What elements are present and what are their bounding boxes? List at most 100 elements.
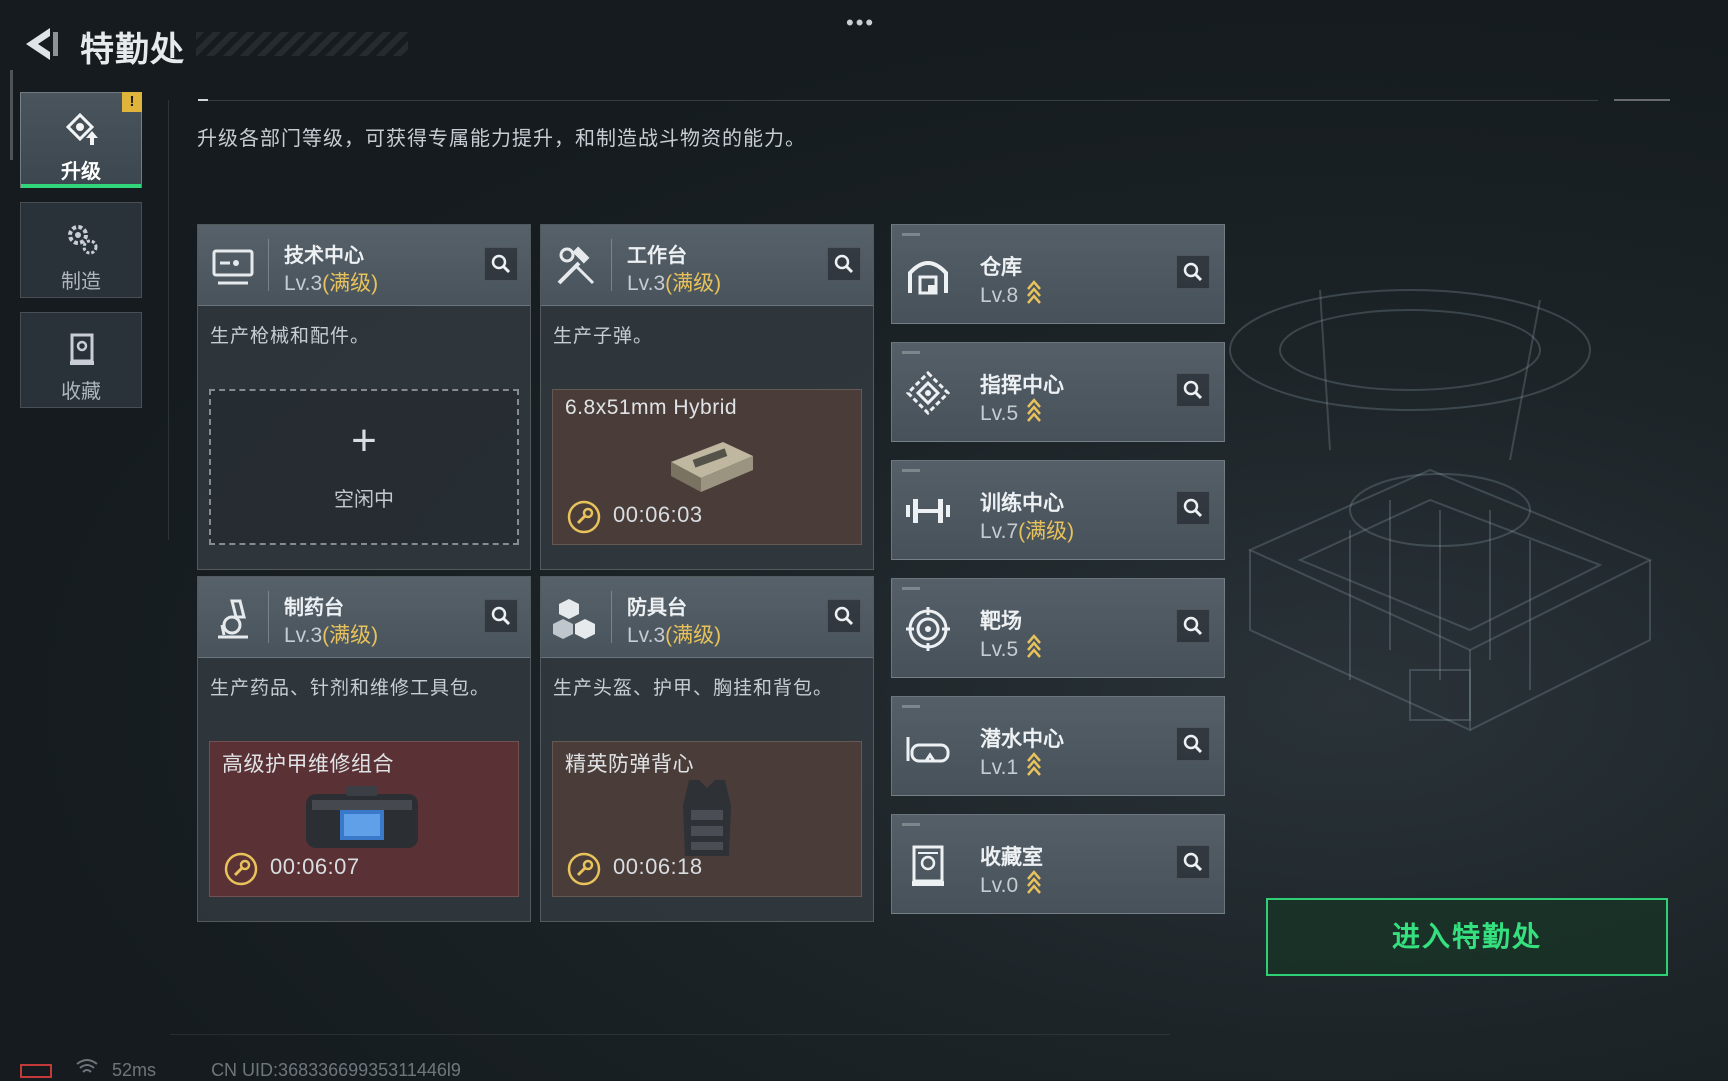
inspect-button[interactable]	[827, 247, 861, 281]
facility-name: 仓库	[980, 256, 1022, 279]
inspect-button[interactable]	[1176, 727, 1210, 761]
upgrade-available-icon	[1027, 870, 1042, 894]
facility-card-pharmacy[interactable]: 制药台 Lv.3(满级) 生产药品、针剂和维修工具包。 高级护甲维修组合 00:…	[197, 576, 531, 922]
enter-base-button[interactable]: 进入特勤处	[1266, 898, 1668, 976]
search-icon	[1183, 616, 1203, 636]
facility-level: Lv.3(满级)	[284, 619, 378, 649]
decoration	[902, 823, 920, 826]
diving-mask-icon	[906, 737, 950, 763]
ping-value: 52ms	[112, 1060, 157, 1080]
facility-name: 靶场	[980, 610, 1022, 633]
facility-card-workbench[interactable]: 工作台 Lv.3(满级) 生产子弹。 6.8x51mm Hybrid 00:06…	[540, 224, 874, 570]
facility-row-shooting-range[interactable]: 靶场 Lv.5	[891, 578, 1225, 678]
facility-card-tech-center[interactable]: 技术中心 Lv.3(满级) 生产枪械和配件。 + 空闲中	[197, 224, 531, 570]
facility-level: Lv.1	[980, 751, 1042, 780]
more-menu-button[interactable]: •••	[846, 10, 875, 36]
craft-slot-active[interactable]: 6.8x51mm Hybrid 00:06:03	[552, 389, 862, 545]
craft-slot-active[interactable]: 高级护甲维修组合 00:06:07	[209, 741, 519, 897]
dumbbell-icon	[906, 499, 950, 523]
gears-icon	[68, 225, 98, 255]
inspect-button[interactable]	[1176, 255, 1210, 289]
craft-slot-idle[interactable]: + 空闲中	[209, 389, 519, 545]
inspect-button[interactable]	[1176, 491, 1210, 525]
separator	[611, 239, 612, 291]
max-level-tag: (满级)	[1018, 520, 1075, 543]
status-bar: 52ms CN UID:36833669935311446l9	[20, 1058, 461, 1081]
inspect-button[interactable]	[1176, 609, 1210, 643]
level-value: Lv.5	[980, 402, 1019, 425]
inspect-button[interactable]	[1176, 845, 1210, 879]
craft-slot-active[interactable]: 精英防弹背心 00:06:18	[552, 741, 862, 897]
facility-blueprint-image	[1229, 289, 1653, 732]
facility-name: 训练中心	[980, 492, 1064, 515]
facility-description: 生产头盔、护甲、胸挂和背包。	[553, 678, 834, 699]
back-button[interactable]	[20, 24, 60, 64]
level-value: Lv.3	[284, 272, 323, 295]
search-icon	[1183, 852, 1203, 872]
decoration	[902, 587, 920, 590]
facility-row-command-center[interactable]: 指挥中心 Lv.5	[891, 342, 1225, 442]
facility-description: 生产枪械和配件。	[210, 326, 371, 347]
nav-label: 收藏	[61, 381, 101, 403]
vest-image	[683, 780, 731, 856]
facility-level: Lv.5	[980, 397, 1042, 426]
hammer-wrench-icon	[557, 246, 595, 285]
search-icon	[1183, 734, 1203, 754]
facility-level: Lv.7(满级)	[980, 515, 1074, 545]
facility-name: 潜水中心	[980, 728, 1064, 751]
facility-level: Lv.3(满级)	[284, 267, 378, 297]
title-decoration	[196, 32, 408, 56]
facility-row-warehouse[interactable]: 仓库 Lv.8	[891, 224, 1225, 324]
facility-name: 指挥中心	[980, 374, 1064, 397]
divider-accent	[198, 99, 208, 101]
divider	[170, 1034, 1170, 1035]
card-header: 防具台 Lv.3(满级)	[541, 577, 873, 658]
facility-name: 技术中心	[284, 245, 364, 267]
craft-timer: 00:06:07	[270, 854, 360, 879]
nav-label: 制造	[61, 271, 101, 293]
separator	[268, 239, 269, 291]
page-title: 特勤处	[80, 31, 185, 69]
alert-badge: !	[122, 92, 142, 112]
facility-card-armory[interactable]: 防具台 Lv.3(满级) 生产头盔、护甲、胸挂和背包。 精英防弹背心 00:06…	[540, 576, 874, 922]
blocks-icon	[553, 599, 595, 639]
inspect-button[interactable]	[484, 599, 518, 633]
slot-status: 空闲中	[334, 489, 394, 511]
nav-item-upgrade[interactable]: 升级 !	[20, 92, 142, 188]
card-header: 制药台 Lv.3(满级)	[198, 577, 530, 658]
facility-row-training-center[interactable]: 训练中心 Lv.7(满级)	[891, 460, 1225, 560]
search-icon	[1183, 262, 1203, 282]
craft-timer: 00:06:18	[613, 854, 703, 879]
nav-item-craft[interactable]: 制造	[20, 202, 142, 298]
trophy-case-icon	[912, 845, 944, 886]
card-header: 技术中心 Lv.3(满级)	[198, 225, 530, 306]
facility-row-diving-center[interactable]: 潜水中心 Lv.1	[891, 696, 1225, 796]
search-icon	[491, 606, 511, 626]
level-value: Lv.3	[284, 624, 323, 647]
upgrade-available-icon	[1027, 280, 1042, 304]
page-description: 升级各部门等级，可获得专属能力提升，和制造战斗物资的能力。	[197, 128, 806, 150]
upgrade-available-icon	[1027, 398, 1042, 422]
inspect-button[interactable]	[1176, 373, 1210, 407]
facility-row-collection-room[interactable]: 收藏室 Lv.0	[891, 814, 1225, 914]
facility-name: 收藏室	[980, 846, 1043, 869]
search-icon	[1183, 380, 1203, 400]
player-uid: CN UID:36833669935311446l9	[211, 1060, 461, 1080]
decoration	[902, 469, 920, 472]
repair-kit-image	[306, 786, 418, 848]
upgrade-icon	[65, 112, 98, 145]
inspect-button[interactable]	[484, 247, 518, 281]
facility-level: Lv.0	[980, 869, 1042, 898]
add-icon: +	[351, 416, 377, 465]
nav-item-collection[interactable]: 收藏	[20, 312, 142, 408]
warehouse-icon	[908, 261, 948, 295]
max-level-tag: (满级)	[322, 624, 379, 647]
separator	[268, 591, 269, 643]
decoration	[902, 351, 920, 354]
crafting-item-name: 精英防弹背心	[565, 753, 694, 776]
crafting-item-name: 6.8x51mm Hybrid	[565, 396, 738, 419]
facility-description: 生产子弹。	[553, 326, 654, 347]
wrench-icon	[567, 500, 601, 534]
inspect-button[interactable]	[827, 599, 861, 633]
back-arrow-icon	[26, 28, 58, 60]
